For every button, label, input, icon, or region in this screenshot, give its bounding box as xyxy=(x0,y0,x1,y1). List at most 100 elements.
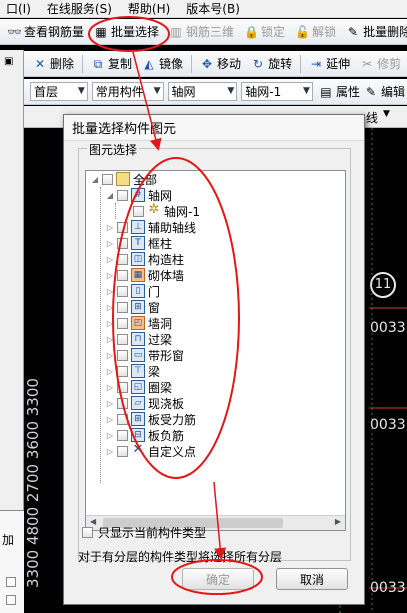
tree-node-slab-neg-rebar[interactable]: ▷ ⊟ 板负筋 xyxy=(106,427,184,443)
expanded-triangle-icon[interactable]: ◢ xyxy=(106,191,114,200)
unlock-icon: 🔓 xyxy=(295,24,311,39)
only-current-type-checkbox[interactable] xyxy=(82,527,93,538)
checkbox[interactable] xyxy=(117,221,128,233)
rebar-3d-button[interactable]: ▥ 钢筋三维 xyxy=(164,21,239,43)
tree-node-cast-slab[interactable]: ▷ ▱ 现浇板 xyxy=(106,395,184,411)
checkbox[interactable] xyxy=(117,381,128,393)
collapsed-triangle-icon[interactable]: ▷ xyxy=(106,415,114,424)
tree-node-window[interactable]: ▷ ⊞ 窗 xyxy=(106,299,160,315)
toolbar-separator xyxy=(82,54,84,73)
checkbox[interactable] xyxy=(6,577,16,587)
copy-button[interactable]: ⧉ 复制 xyxy=(86,53,137,75)
scroll-right-icon[interactable]: ▶ xyxy=(335,517,341,526)
collapsed-triangle-icon[interactable]: ▷ xyxy=(106,223,114,232)
tree-node-grid[interactable]: ◢ # 轴网 xyxy=(106,187,172,203)
checkbox[interactable] xyxy=(102,173,113,185)
tree-node-ring-beam[interactable]: ▷ ◱ 圈梁 xyxy=(106,379,172,395)
properties-button[interactable]: ▤ 属性 xyxy=(317,81,362,103)
checkbox[interactable] xyxy=(117,253,128,265)
unlock-button[interactable]: 🔓 解锁 xyxy=(290,21,341,43)
collapsed-triangle-icon[interactable]: ▷ xyxy=(106,335,114,344)
extend-button[interactable]: ⇥ 延伸 xyxy=(304,53,355,75)
move-button[interactable]: ✥ 移动 xyxy=(195,53,246,75)
ok-button[interactable]: 确定 xyxy=(182,568,254,590)
edit-button[interactable]: ✎ 编辑 xyxy=(362,81,407,103)
batch-select-button[interactable]: ▦ 批量选择 xyxy=(89,21,164,43)
ring-beam-icon: ◱ xyxy=(131,380,145,394)
checkbox[interactable] xyxy=(117,301,128,313)
tree-node-wall-hole[interactable]: ▷ ◰ 墙洞 xyxy=(106,315,172,331)
checkbox[interactable] xyxy=(117,413,128,425)
collapsed-triangle-icon[interactable]: ▷ xyxy=(106,319,114,328)
checkbox[interactable] xyxy=(117,285,128,297)
checkbox[interactable] xyxy=(117,349,128,361)
collapsed-triangle-icon[interactable]: ▷ xyxy=(106,287,114,296)
tree-node-slab-main-rebar[interactable]: ▷ ⊞ 板受力筋 xyxy=(106,411,196,427)
lock-button[interactable]: 🔒 锁定 xyxy=(239,21,290,43)
checkbox[interactable] xyxy=(6,595,16,605)
collapsed-triangle-icon[interactable]: ▷ xyxy=(106,239,114,248)
collapsed-triangle-icon[interactable]: ▷ xyxy=(106,399,114,408)
element-tree[interactable]: ◢ 全部 ◢ # 轴网 ✲ 轴网-1 ▷ ⊥ 辅助轴线 ▷ T 框柱 ▷ ◫ 构… xyxy=(85,170,346,531)
move-icon: ✥ xyxy=(202,56,213,71)
tree-node-strip-window[interactable]: ▷ ▭ 带形窗 xyxy=(106,347,184,363)
element-type-select[interactable]: 轴网 ▼ xyxy=(167,82,238,101)
checkbox[interactable] xyxy=(117,269,128,281)
checkbox[interactable] xyxy=(117,333,128,345)
tree-node-construct-column[interactable]: ▷ ◫ 构造柱 xyxy=(106,251,184,267)
checkbox[interactable] xyxy=(117,397,128,409)
rotate-button[interactable]: ↻ 旋转 xyxy=(246,53,297,75)
collapsed-triangle-icon[interactable]: ▷ xyxy=(106,431,114,440)
collapsed-triangle-icon[interactable]: ▷ xyxy=(106,271,114,280)
tree-node-frame-column[interactable]: ▷ T 框柱 xyxy=(106,235,172,251)
tree-node-custom-point[interactable]: ▷ ✕ 自定义点 xyxy=(106,443,196,459)
aux-axis-icon: ⊥ xyxy=(131,220,145,234)
trim-button[interactable]: ✂ 修剪 xyxy=(355,53,406,75)
checkbox[interactable] xyxy=(117,237,128,249)
checkbox[interactable] xyxy=(117,189,128,201)
collapsed-triangle-icon[interactable]: ▷ xyxy=(106,367,114,376)
chevron-down-icon: ▼ xyxy=(383,109,390,119)
tree-node-aux-axis[interactable]: ▷ ⊥ 辅助轴线 xyxy=(106,219,196,235)
tree-node-door[interactable]: ▷ ▯ 门 xyxy=(106,283,160,299)
tree-node-beam[interactable]: ▷ ⊤ 梁 xyxy=(106,363,160,379)
checkbox[interactable] xyxy=(117,317,128,329)
chevron-down-icon: ▼ xyxy=(227,86,235,96)
checkbox[interactable] xyxy=(133,205,144,217)
collapsed-triangle-icon[interactable]: ▷ xyxy=(106,447,114,456)
menu-item[interactable]: 口(I) xyxy=(6,0,31,17)
collapsed-triangle-icon[interactable]: ▷ xyxy=(106,303,114,312)
collapsed-triangle-icon[interactable]: ▷ xyxy=(106,351,114,360)
category-select[interactable]: 常用构件 ▼ xyxy=(91,82,164,101)
view-rebar-button[interactable]: 👓 查看钢筋量 xyxy=(2,21,89,43)
menu-item[interactable]: 版本号(B) xyxy=(186,0,240,17)
lock-icon: 🔒 xyxy=(244,24,259,39)
delete-button[interactable]: ✕ 删除 xyxy=(28,53,79,75)
masonry-wall-icon: ▦ xyxy=(131,268,145,282)
tree-node-lintel[interactable]: ▷ ⊓ 过梁 xyxy=(106,331,172,347)
menu-item[interactable]: 帮助(H) xyxy=(128,0,170,17)
checkbox[interactable] xyxy=(117,365,128,377)
collapsed-triangle-icon[interactable]: ▷ xyxy=(106,255,114,264)
element-select[interactable]: 轴网-1 ▼ xyxy=(241,82,313,101)
expanded-triangle-icon[interactable]: ◢ xyxy=(91,175,99,184)
cancel-button[interactable]: 取消 xyxy=(276,568,348,590)
batch-delete-button[interactable]: ✎ 批量删除 xyxy=(341,21,407,43)
edit-toolbar: ✕ 删除 ⧉ 复制 ◭ 镜像 ✥ 移动 ↻ 旋转 ⇥ 延伸 ✂ 修剪 xyxy=(0,51,407,77)
menu-item[interactable]: 在线服务(S) xyxy=(47,0,112,17)
chevron-down-icon: ▼ xyxy=(77,86,85,96)
toolbar-separator xyxy=(191,54,193,73)
tree-node-masonry-wall[interactable]: ▷ ▦ 砌体墙 xyxy=(106,267,184,283)
chevron-down-icon: ▼ xyxy=(303,86,310,96)
left-lower-panel: 加 xyxy=(0,510,24,613)
mirror-button[interactable]: ◭ 镜像 xyxy=(137,53,188,75)
batch-select-icon: ▦ xyxy=(95,24,107,39)
delete-icon: ✕ xyxy=(34,56,46,71)
checkbox[interactable] xyxy=(117,445,128,457)
tree-node-grid-1[interactable]: ✲ 轴网-1 xyxy=(133,203,200,219)
collapsed-triangle-icon[interactable]: ▷ xyxy=(106,383,114,392)
only-current-type-option[interactable]: 只显示当前构件类型 xyxy=(82,524,206,541)
floor-select[interactable]: 首层 ▼ xyxy=(30,82,88,101)
checkbox[interactable] xyxy=(117,429,128,441)
tree-node-all[interactable]: ◢ 全部 xyxy=(91,171,157,187)
